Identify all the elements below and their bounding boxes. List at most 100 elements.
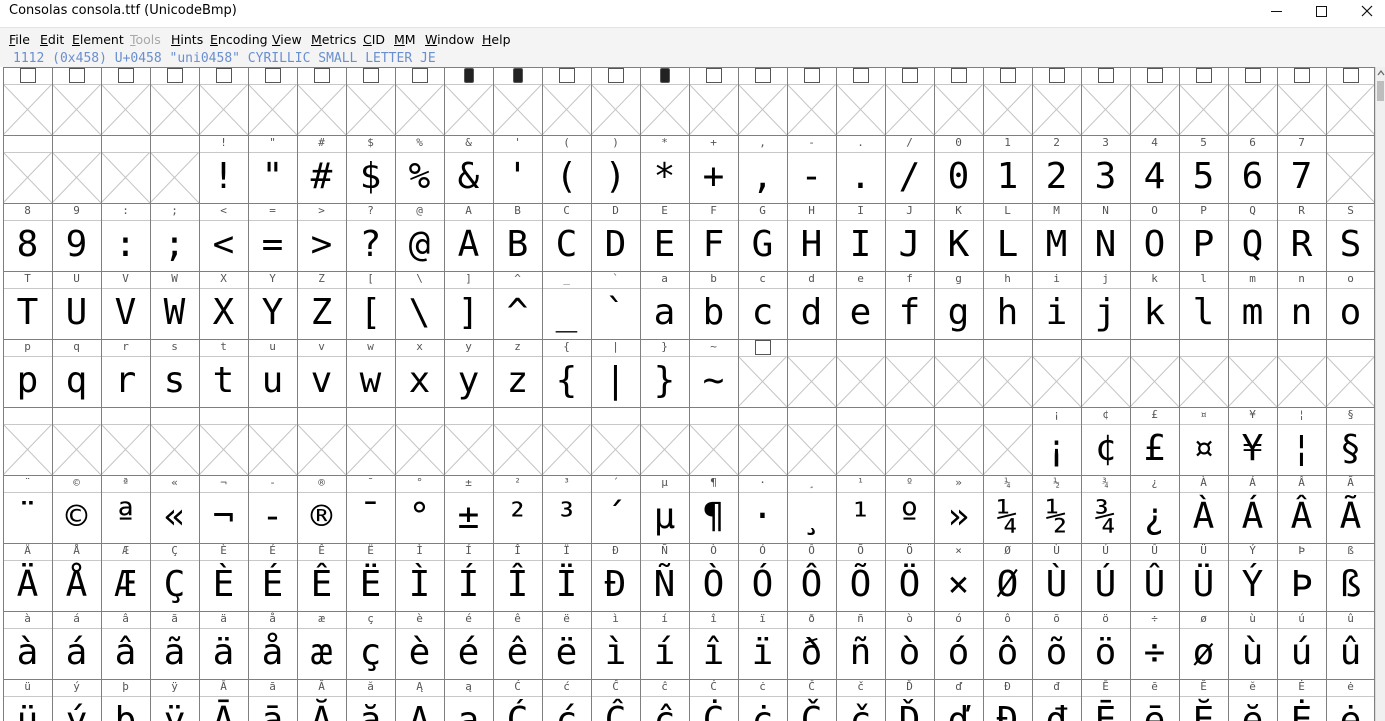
empty-glyph-slot[interactable] [983,424,1032,475]
glyph-cell[interactable]: Y [248,288,297,339]
empty-glyph-slot[interactable] [1326,152,1375,203]
glyph-cell[interactable]: w [346,356,395,407]
empty-glyph-slot[interactable] [640,424,689,475]
glyph-cell[interactable]: ¢ [1081,424,1130,475]
glyph-cell[interactable]: Ù [1032,560,1081,611]
empty-glyph-slot[interactable] [885,356,934,407]
menu-view[interactable]: View [272,32,302,47]
maximize-button[interactable] [1298,0,1344,22]
glyph-cell[interactable]: - [787,152,836,203]
empty-glyph-slot[interactable] [101,152,150,203]
glyph-cell[interactable]: Æ [101,560,150,611]
empty-glyph-slot[interactable] [1326,356,1375,407]
glyph-cell[interactable]: N [1081,220,1130,271]
glyph-cell[interactable]: č [836,696,885,721]
glyph-cell[interactable]: @ [395,220,444,271]
glyph-cell[interactable]: d [787,288,836,339]
glyph-cell[interactable]: Č [787,696,836,721]
glyph-cell[interactable]: Â [1277,492,1326,543]
glyph-cell[interactable]: K [934,220,983,271]
empty-glyph-slot[interactable] [591,424,640,475]
empty-glyph-slot[interactable] [395,424,444,475]
glyph-cell[interactable]: ! [199,152,248,203]
glyph-cell[interactable]: U [52,288,101,339]
glyph-cell[interactable]: W [150,288,199,339]
glyph-cell[interactable]: ó [934,628,983,679]
glyph-cell[interactable]: Ĉ [591,696,640,721]
empty-glyph-slot[interactable] [493,424,542,475]
empty-glyph-slot[interactable] [836,84,885,135]
empty-glyph-slot[interactable] [1130,84,1179,135]
glyph-cell[interactable]: à [3,628,52,679]
glyph-cell[interactable]: b [689,288,738,339]
glyph-cell[interactable]: Í [444,560,493,611]
glyph-cell[interactable]: Õ [836,560,885,611]
glyph-cell[interactable]: đ [1032,696,1081,721]
glyph-cell[interactable]: } [640,356,689,407]
empty-glyph-slot[interactable] [1326,84,1375,135]
empty-glyph-slot[interactable] [150,84,199,135]
glyph-cell[interactable]: V [101,288,150,339]
glyph-cell[interactable]: n [1277,288,1326,339]
glyph-cell[interactable]: å [248,628,297,679]
glyph-cell[interactable]: ) [591,152,640,203]
glyph-cell[interactable]: ¤ [1179,424,1228,475]
glyph-cell[interactable]: ă [346,696,395,721]
glyph-cell[interactable]: é [444,628,493,679]
glyph-cell[interactable]: > [297,220,346,271]
glyph-cell[interactable]: 4 [1130,152,1179,203]
glyph-cell[interactable]: Ć [493,696,542,721]
chevron-up-icon[interactable] [1377,69,1385,77]
glyph-cell[interactable]: ; [150,220,199,271]
glyph-cell[interactable]: | [591,356,640,407]
empty-glyph-slot[interactable] [3,424,52,475]
glyph-cell[interactable]: = [248,220,297,271]
empty-glyph-slot[interactable] [591,84,640,135]
glyph-cell[interactable]: P [1179,220,1228,271]
empty-glyph-slot[interactable] [1032,84,1081,135]
glyph-cell[interactable]: » [934,492,983,543]
glyph-cell[interactable]: ¦ [1277,424,1326,475]
menu-mm[interactable]: MM [394,32,416,47]
glyph-cell[interactable]: c [738,288,787,339]
glyph-cell[interactable]: E [640,220,689,271]
glyph-cell[interactable]: Þ [1277,560,1326,611]
empty-glyph-slot[interactable] [150,424,199,475]
glyph-cell[interactable]: p [3,356,52,407]
glyph-cell[interactable]: ë [542,628,591,679]
glyph-grid[interactable]: ?!!""##$$%%&&''(())**++,,--..//001122334… [3,67,1375,721]
glyph-cell[interactable]: C [542,220,591,271]
glyph-cell[interactable]: ü [3,696,52,721]
glyph-cell[interactable]: ø [1179,628,1228,679]
glyph-cell[interactable]: ú [1277,628,1326,679]
empty-glyph-slot[interactable] [738,424,787,475]
glyph-cell[interactable]: Ý [1228,560,1277,611]
glyph-cell[interactable]: â [101,628,150,679]
glyph-cell[interactable]: ç [346,628,395,679]
glyph-cell[interactable]: ¨ [3,492,52,543]
glyph-cell[interactable]: Ø [983,560,1032,611]
glyph-cell[interactable]: y [444,356,493,407]
empty-glyph-slot[interactable] [542,424,591,475]
empty-glyph-slot[interactable] [1179,356,1228,407]
menu-element[interactable]: Element [72,32,124,47]
glyph-cell[interactable]: \ [395,288,444,339]
empty-glyph-slot[interactable] [248,84,297,135]
glyph-cell[interactable]: ã [150,628,199,679]
empty-glyph-slot[interactable] [1130,356,1179,407]
glyph-cell[interactable]: z [493,356,542,407]
empty-glyph-slot[interactable] [52,84,101,135]
glyph-cell[interactable]: ď [934,696,983,721]
close-button[interactable] [1344,0,1385,22]
glyph-cell[interactable]: ċ [738,696,787,721]
empty-glyph-slot[interactable] [787,424,836,475]
glyph-cell[interactable]: ô [983,628,1032,679]
glyph-cell[interactable]: Ä [3,560,52,611]
glyph-cell[interactable]: ¹ [836,492,885,543]
glyph-cell[interactable]: h [983,288,1032,339]
glyph-cell[interactable]: / [885,152,934,203]
empty-glyph-slot[interactable] [1277,356,1326,407]
glyph-cell[interactable]: ð [787,628,836,679]
glyph-cell[interactable]: É [248,560,297,611]
empty-glyph-slot[interactable] [346,84,395,135]
